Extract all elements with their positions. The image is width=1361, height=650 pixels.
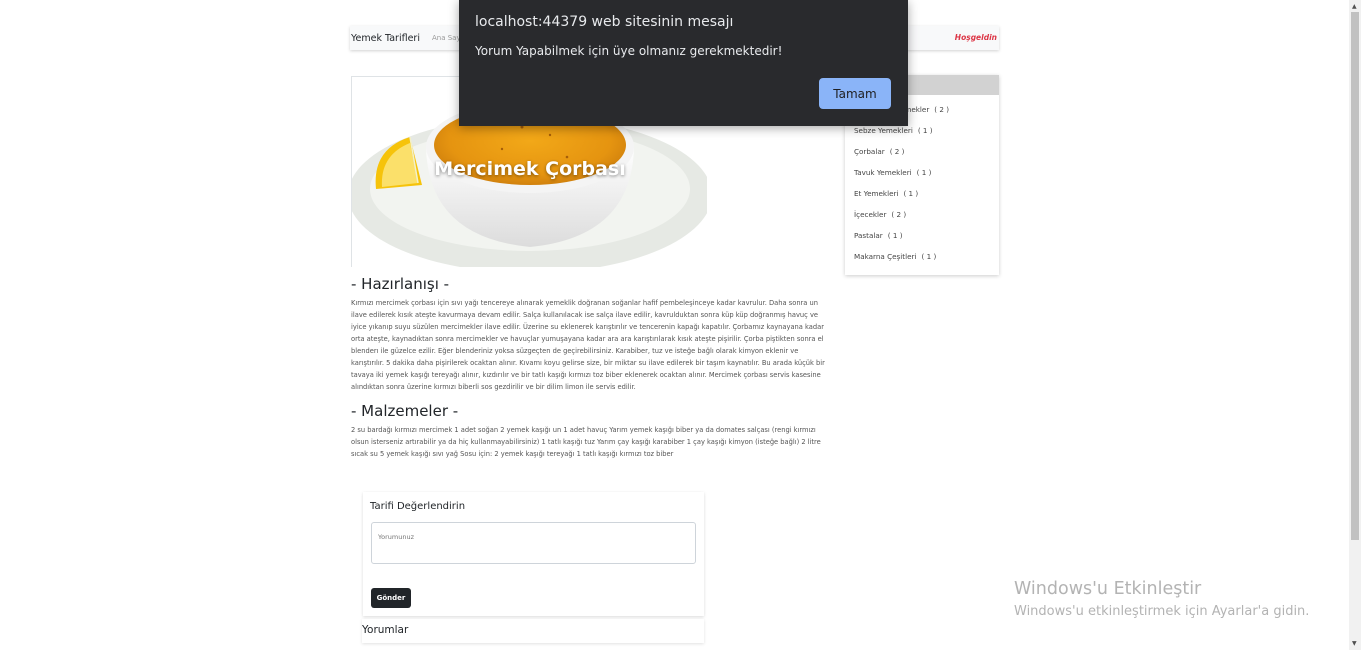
alert-title: localhost:44379 web sitesinin mesajı <box>475 14 734 30</box>
category-item[interactable]: Et Yemekleri ( 1 ) <box>845 183 999 204</box>
category-count: ( 1 ) <box>903 189 919 198</box>
category-label: Tavuk Yemekleri <box>854 168 912 177</box>
navbar-brand[interactable]: Yemek Tarifleri <box>351 33 420 44</box>
category-item[interactable]: Pastalar ( 1 ) <box>845 225 999 246</box>
category-label: Makarna Çeşitleri <box>854 252 917 261</box>
category-label: Et Yemekleri <box>854 189 899 198</box>
alert-message: Yorum Yapabilmek için üye olmanız gerekm… <box>475 44 783 58</box>
category-count: ( 1 ) <box>921 252 937 261</box>
category-item[interactable]: İçecekler ( 2 ) <box>845 204 999 225</box>
category-item[interactable]: Tavuk Yemekleri ( 1 ) <box>845 162 999 183</box>
ingredients-text: 2 su bardağı kırmızı mercimek 1 adet soğ… <box>351 426 821 458</box>
recipe-title: Mercimek Çorbası <box>434 158 626 180</box>
welcome-text[interactable]: Hoşgeldin <box>955 33 997 42</box>
category-label: Sebze Yemekleri <box>854 126 913 135</box>
rating-card: Tarifi Değerlendirin Gönder <box>363 492 704 616</box>
scroll-up-arrow-icon[interactable]: ▲ <box>1352 3 1357 10</box>
category-count: ( 1 ) <box>917 126 933 135</box>
category-count: ( 1 ) <box>887 231 903 240</box>
preparation-heading: - Hazırlanışı - <box>351 275 450 293</box>
comment-textarea[interactable] <box>371 522 696 564</box>
category-label: İçecekler <box>854 210 887 219</box>
alert-dialog: localhost:44379 web sitesinin mesajı Yor… <box>459 0 908 126</box>
category-count: ( 1 ) <box>916 168 932 177</box>
category-count: ( 2 ) <box>891 210 907 219</box>
category-item[interactable]: Makarna Çeşitleri ( 1 ) <box>845 246 999 267</box>
alert-ok-button[interactable]: Tamam <box>819 78 891 109</box>
category-count: ( 2 ) <box>934 105 950 114</box>
windows-activation-subtitle: Windows'u etkinleştirmek için Ayarlar'a … <box>1014 604 1310 619</box>
category-item[interactable]: Çorbalar ( 2 ) <box>845 141 999 162</box>
windows-activation-title: Windows'u Etkinleştir <box>1014 579 1202 599</box>
scroll-down-arrow-icon[interactable]: ▼ <box>1352 640 1357 647</box>
page-scrollbar[interactable]: ▲ ▼ <box>1349 0 1361 650</box>
category-count: ( 2 ) <box>889 147 905 156</box>
preparation-text: Kırmızı mercimek çorbası için sıvı yağı … <box>351 299 825 391</box>
rating-card-title: Tarifi Değerlendirin <box>370 501 466 512</box>
category-label: Çorbalar <box>854 147 885 156</box>
scrollbar-thumb[interactable] <box>1351 12 1359 540</box>
ingredients-heading: - Malzemeler - <box>351 402 459 420</box>
submit-comment-button[interactable]: Gönder <box>371 588 411 608</box>
category-label: Pastalar <box>854 231 883 240</box>
comments-heading: Yorumlar <box>362 619 704 643</box>
